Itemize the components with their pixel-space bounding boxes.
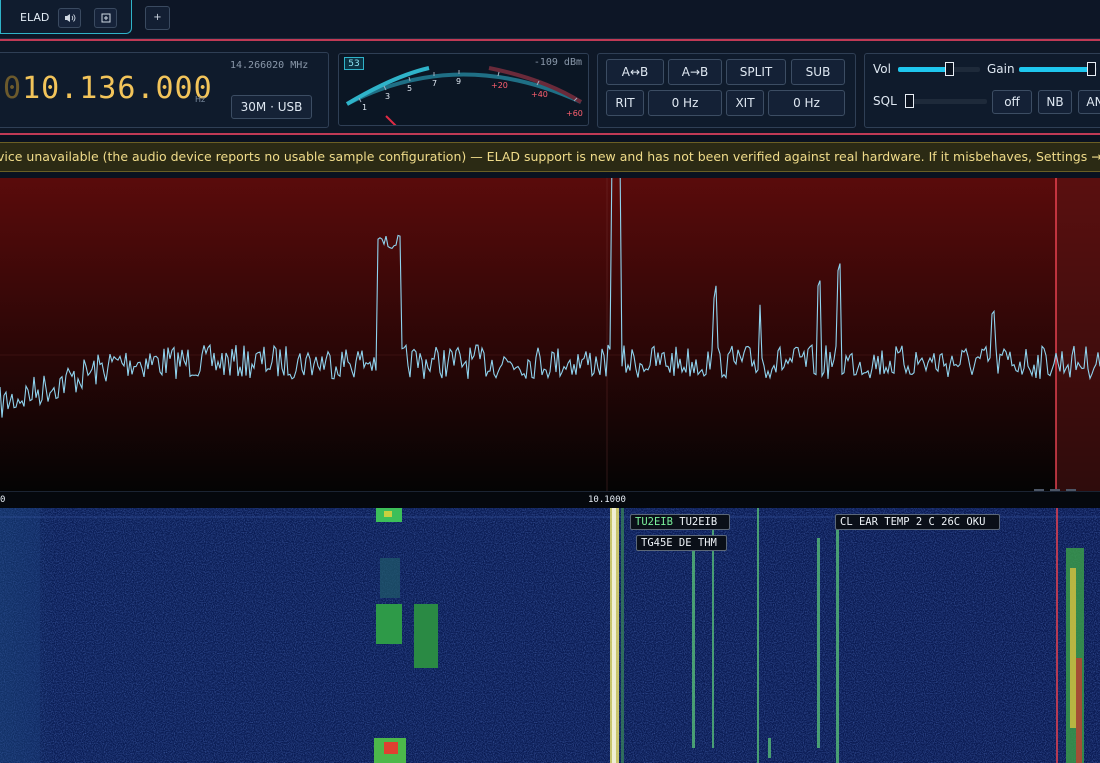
spot-text: TG45E DE THM — [641, 537, 717, 549]
spot-label[interactable]: CL EAR TEMP 2 C 26C OKU — [835, 514, 1000, 530]
split-button[interactable]: SPLIT — [726, 59, 786, 85]
spot-label[interactable]: TG45E DE THM — [636, 535, 727, 551]
smeter-tick-label: 1 — [362, 103, 368, 112]
spot-text: TU2EIB — [679, 516, 718, 528]
scale-label-left: 0 — [0, 495, 6, 505]
smeter-tick-label: 9 — [456, 77, 462, 86]
smeter-tick-label: +20 — [491, 81, 508, 90]
spot-callsign: TU2EIB — [635, 516, 673, 528]
secondary-frequency: 14.266020 MHz — [230, 60, 309, 71]
smeter-tick-label: +60 — [566, 109, 583, 118]
tab-label: ELAD — [20, 11, 50, 24]
smeter-tick-label: 3 — [385, 92, 391, 101]
smeter-tick-label: 7 — [432, 79, 438, 88]
spot-text: CL EAR TEMP 2 C 26C OKU — [840, 516, 986, 528]
s-meter: 53 -109 dBm 1 3 5 7 9 +20 +40 +60 — [338, 53, 589, 126]
gain-knob[interactable] — [1086, 62, 1096, 76]
waterfall-display[interactable] — [0, 508, 1100, 763]
squelch-knob[interactable] — [905, 94, 914, 108]
smeter-tick-label: 5 — [407, 84, 413, 93]
frequency-unit: Hz — [195, 95, 206, 104]
frequency-main: 10.136.000 — [22, 71, 213, 106]
spot-label[interactable]: TU2EIB TU2EIB — [630, 514, 730, 530]
vfo-panel: A↔B A→B SPLIT SUB RIT 0 Hz XIT 0 Hz — [597, 53, 856, 128]
frequency-prefix: 0 — [3, 71, 23, 106]
volume-knob[interactable] — [944, 62, 954, 76]
tab-bar: ELAD + — [0, 0, 1100, 39]
frequency-panel: 010.136.000 Hz 14.266020 MHz 30M · USB — [0, 52, 329, 128]
volume-slider[interactable] — [898, 62, 980, 76]
sql-label: SQL — [873, 94, 897, 108]
speaker-icon[interactable] — [58, 8, 81, 28]
spectrum-display[interactable] — [0, 178, 1100, 491]
smeter-tick-label: +40 — [531, 90, 548, 99]
rit-offset[interactable]: 0 Hz — [648, 90, 722, 116]
audio-panel: Vol Gain SQL off NB AN — [864, 53, 1100, 128]
rit-button[interactable]: RIT — [606, 90, 644, 116]
swap-vfo-button[interactable]: A↔B — [606, 59, 664, 85]
copy-vfo-button[interactable]: A→B — [668, 59, 722, 85]
frequency-display[interactable]: 010.136.000 — [3, 71, 213, 106]
passband-highlight — [1056, 178, 1100, 491]
squelch-off-button[interactable]: off — [992, 90, 1032, 114]
gain-label: Gain — [987, 62, 1015, 76]
s-value-badge: 53 — [344, 57, 364, 70]
frequency-scale: 0 10.1000 — [0, 491, 1100, 509]
tab-elad[interactable]: ELAD — [0, 0, 132, 34]
band-mode-button[interactable]: 30M · USB — [231, 95, 312, 119]
squelch-slider[interactable] — [905, 94, 987, 108]
dbm-readout: -109 dBm — [533, 57, 582, 68]
vol-label: Vol — [873, 62, 891, 76]
control-bar: 010.136.000 Hz 14.266020 MHz 30M · USB 5… — [0, 39, 1100, 135]
scale-label-center: 10.1000 — [588, 495, 626, 505]
nb-button[interactable]: NB — [1038, 90, 1072, 114]
warning-text: vice unavailable (the audio device repor… — [0, 149, 1100, 164]
gain-fill — [1019, 67, 1091, 72]
an-button[interactable]: AN — [1078, 90, 1100, 114]
xit-button[interactable]: XIT — [726, 90, 764, 116]
xit-offset[interactable]: 0 Hz — [768, 90, 845, 116]
warning-banner: vice unavailable (the audio device repor… — [0, 142, 1100, 172]
gain-slider[interactable] — [1019, 62, 1097, 76]
sub-button[interactable]: SUB — [791, 59, 845, 85]
volume-fill — [898, 67, 949, 72]
detach-icon[interactable] — [94, 8, 117, 28]
add-tab-button[interactable]: + — [145, 6, 170, 30]
